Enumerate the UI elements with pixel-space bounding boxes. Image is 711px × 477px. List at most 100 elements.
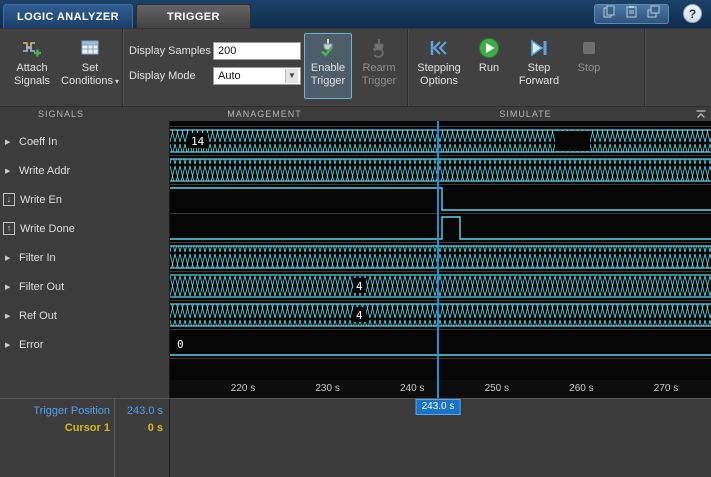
step-forward-icon [528,37,550,59]
status-column-divider [114,398,115,477]
chevron-down-icon: ▾ [115,76,120,86]
signal-name: Error [19,338,44,351]
tab-trigger[interactable]: TRIGGER [135,4,251,28]
display-mode-value: Auto [218,70,241,82]
toolstrip: Attach Signals Set Conditions ▾ Display S… [0,28,711,106]
wave-plot-region[interactable]: 14 4 4 0 220 s 230 s 240 s 250 s 260 s 270 s 243… [170,121,711,477]
cursor1-label: Cursor 1 [64,422,110,434]
signal-name: Write Done [20,222,75,235]
signal-row[interactable]: ▶ Error [0,330,115,359]
chevron-down-icon: ▼ [285,69,298,83]
display-samples-input[interactable] [213,42,301,60]
time-tick-label: 220 s [230,383,256,394]
cursor1-value: 0 s [147,422,163,434]
time-tick-label: 260 s [569,383,594,394]
signal-row[interactable]: ▶ Write Addr [0,156,115,185]
svg-text:4: 4 [356,309,363,322]
trigger-position-value: 243.0 s [126,405,163,417]
stepping-options-label: Stepping Options [417,62,461,87]
signal-name: Write En [20,193,62,206]
rearm-trigger-icon [368,37,390,59]
enable-trigger-icon [317,37,339,59]
signal-name: Filter Out [19,280,65,293]
signal-name: Ref Out [19,309,57,322]
display-mode-dropdown[interactable]: Auto ▼ [213,67,301,85]
set-conditions-icon [79,37,101,59]
stepping-options-icon [428,37,450,59]
tab-logic-analyzer[interactable]: LOGIC ANALYZER [3,4,133,28]
time-axis: 220 s 230 s 240 s 250 s 260 s 270 s [170,380,711,399]
run-icon [478,37,500,59]
expand-icon[interactable]: ▶ [5,167,14,175]
enable-trigger-button[interactable]: Enable Trigger [304,33,352,99]
scalar-up-icon: ↑ [3,222,15,235]
expand-icon[interactable]: ▶ [5,283,14,291]
stop-label: Stop [577,62,601,74]
rearm-trigger-label: Rearm Trigger [361,62,397,87]
time-tick-label: 250 s [484,383,510,394]
stop-icon [578,37,600,59]
trigger-position-label: Trigger Position [33,405,110,417]
time-tick-label: 270 s [653,383,679,394]
tab-bar: LOGIC ANALYZER TRIGGER ? [0,0,711,28]
signal-row[interactable]: ↓ Write En [0,185,115,214]
trigger-cursor-time-badge[interactable]: 243.0 s [415,399,461,415]
status-panel-divider [0,398,711,399]
scalar-down-icon: ↓ [3,193,15,206]
display-samples-label: Display Samples [129,45,211,57]
step-forward-button[interactable]: Step Forward [512,33,566,99]
management-section-label: MANAGEMENT [227,109,302,119]
clipboard-icon[interactable] [625,5,638,23]
copy-icon[interactable] [603,5,616,23]
signal-list: ▶ Coeff In ▶ Write Addr ↓ Write En ↑ Write Done… [0,127,115,359]
run-button[interactable]: Run [468,33,510,99]
svg-text:0: 0 [177,338,184,351]
svg-text:14: 14 [191,135,205,148]
signal-values-column: 243.0 s 0 s [115,121,170,477]
management-section: Display Samples Display Mode Auto ▼ Enab… [123,29,407,106]
set-conditions-label: Set Conditions [61,62,113,87]
time-tick-label: 240 s [399,383,425,394]
signal-row[interactable]: ▶ Coeff In [0,127,115,156]
layers-icon[interactable] [647,5,660,23]
signals-section: Attach Signals Set Conditions ▾ [0,29,122,106]
attach-signals-button[interactable]: Attach Signals [7,33,57,99]
expand-icon[interactable]: ▶ [5,341,14,349]
svg-text:4: 4 [356,280,363,293]
signal-name: Write Addr [19,164,71,177]
quick-access-toolbar [594,4,669,24]
simulate-section-label: SIMULATE [499,109,552,119]
attach-signals-icon [21,37,43,59]
run-label: Run [478,62,500,74]
expand-icon[interactable]: ▶ [5,254,14,262]
signal-row[interactable]: ▶ Filter Out [0,272,115,301]
signal-row[interactable]: ▶ Ref Out [0,301,115,330]
signal-row[interactable]: ↑ Write Done [0,214,115,243]
rearm-trigger-button: Rearm Trigger [355,33,403,99]
enable-trigger-label: Enable Trigger [310,62,346,87]
simulate-section: Stepping Options Run Step Forward Stop [408,29,644,106]
display-mode-label: Display Mode [129,70,196,82]
expand-icon[interactable]: ▶ [5,138,14,146]
waveform-plot[interactable]: 14 4 4 0 [170,121,711,380]
signals-section-label: SIGNALS [37,109,84,119]
logic-analyzer-window: LOGIC ANALYZER TRIGGER ? Attach Signals [0,0,711,477]
time-tick-label: 230 s [315,383,340,394]
attach-signals-label: Attach Signals [13,62,51,87]
section-divider [644,29,645,106]
set-conditions-button[interactable]: Set Conditions ▾ [61,33,119,99]
section-label-strip: SIGNALS MANAGEMENT SIMULATE [0,106,711,121]
stepping-options-button[interactable]: Stepping Options [412,33,466,99]
expand-icon[interactable]: ▶ [5,312,14,320]
stop-button: Stop [568,33,610,99]
signal-name: Coeff In [19,135,58,148]
signal-row[interactable]: ▶ Filter In [0,243,115,272]
signal-name: Filter In [19,251,56,264]
step-forward-label: Step Forward [518,62,560,87]
collapse-toolstrip-icon[interactable] [695,110,707,121]
names-wave-divider[interactable] [169,121,170,477]
help-button[interactable]: ? [683,4,702,23]
signal-names-column: ▶ Coeff In ▶ Write Addr ↓ Write En ↑ Write Done… [0,121,115,477]
waveform-display-area: ▶ Coeff In ▶ Write Addr ↓ Write En ↑ Write Done… [0,121,711,477]
trigger-cursor-line[interactable] [437,121,439,399]
